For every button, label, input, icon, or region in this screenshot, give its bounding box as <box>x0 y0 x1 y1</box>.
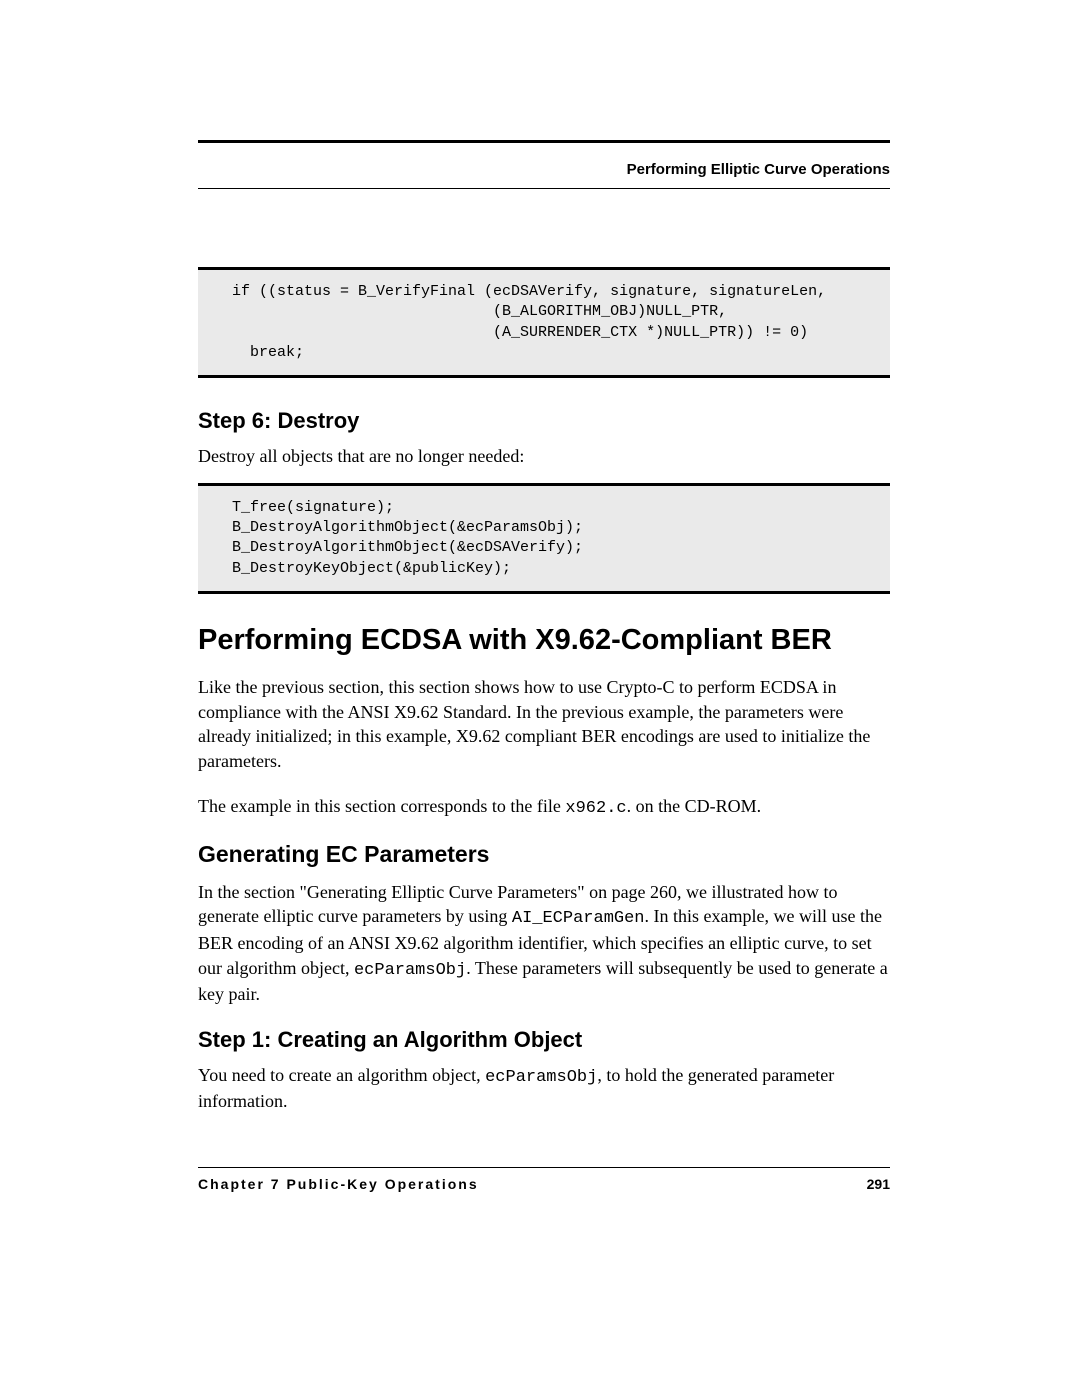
top-rule <box>198 140 890 143</box>
code-block-verifyfinal: if ((status = B_VerifyFinal (ecDSAVerify… <box>198 267 890 378</box>
code-block-destroy: T_free(signature); B_DestroyAlgorithmObj… <box>198 483 890 594</box>
section-para2-pre: The example in this section corresponds … <box>198 796 565 816</box>
footer-page-number: 291 <box>867 1176 890 1192</box>
gen-params-heading: Generating EC Parameters <box>198 841 890 868</box>
step1-para: You need to create an algorithm object, … <box>198 1063 890 1114</box>
inline-code-x962: x962.c <box>565 799 626 818</box>
section-para2: The example in this section corresponds … <box>198 794 890 820</box>
section-title: Performing ECDSA with X9.62-Compliant BE… <box>198 624 890 657</box>
step6-heading: Step 6: Destroy <box>198 408 890 434</box>
step6-text: Destroy all objects that are no longer n… <box>198 444 890 469</box>
header-rule <box>198 188 890 189</box>
footer-chapter: Chapter 7 Public-Key Operations <box>198 1176 479 1192</box>
page-footer: Chapter 7 Public-Key Operations 291 <box>198 1167 890 1192</box>
step1-pre: You need to create an algorithm object, <box>198 1065 485 1085</box>
gen-params-para: In the section "Generating Elliptic Curv… <box>198 880 890 1007</box>
inline-code-ai-ecparamgen: AI_ECParamGen <box>512 909 645 928</box>
section-para2-post: . on the CD-ROM. <box>627 796 762 816</box>
footer-rule <box>198 1167 890 1168</box>
running-header: Performing Elliptic Curve Operations <box>198 161 890 188</box>
inline-code-ecparamsobj-2: ecParamsObj <box>485 1068 597 1087</box>
step1-heading: Step 1: Creating an Algorithm Object <box>198 1027 890 1053</box>
inline-code-ecparamsobj-1: ecParamsObj <box>354 961 466 980</box>
section-para1: Like the previous section, this section … <box>198 675 890 774</box>
